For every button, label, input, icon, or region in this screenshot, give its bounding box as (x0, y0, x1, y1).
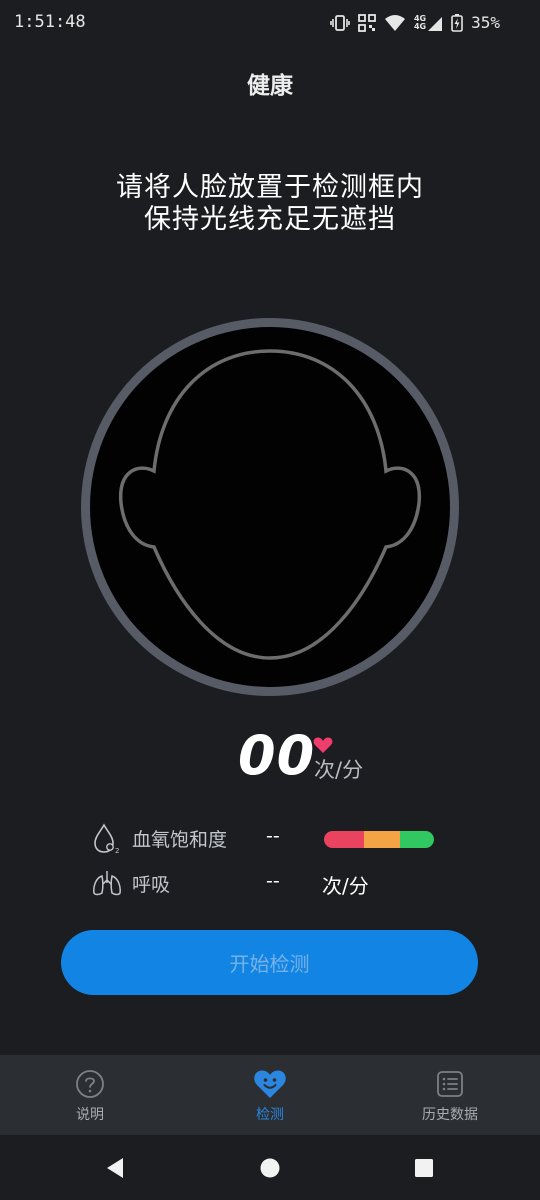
heart-icon (313, 737, 333, 753)
qr-scan-icon (358, 13, 376, 32)
nav-label-detect: 检测 (256, 1107, 284, 1123)
face-detection-frame (76, 313, 464, 701)
instruction-line-1: 请将人脸放置于检测框内 (116, 172, 424, 203)
start-detection-button[interactable]: 开始检测 (61, 930, 478, 995)
network-type-label-bottom: 4G (413, 21, 427, 31)
home-button[interactable] (240, 1135, 300, 1200)
back-button[interactable] (85, 1135, 145, 1200)
status-bar: 1:51:48 4G 4G 35% (0, 0, 540, 48)
drop-o2-icon: 2 (94, 823, 119, 855)
nav-item-history[interactable]: 历史数据 (360, 1055, 540, 1135)
recents-button[interactable] (394, 1135, 454, 1200)
system-nav (0, 1135, 540, 1200)
spo2-label: 血氧饱和度 (132, 829, 228, 851)
nav-item-detect[interactable]: 检测 (180, 1055, 360, 1135)
spo2-bar-low (324, 831, 364, 848)
face-outline-icon (81, 318, 459, 696)
back-icon (107, 1157, 123, 1178)
page-title: 健康 (247, 73, 293, 99)
respiration-row: 呼吸 -- 次/分 (90, 866, 490, 900)
recents-icon (415, 1158, 433, 1177)
signal-icon (428, 16, 443, 31)
heart-smile-icon (253, 1068, 287, 1100)
home-icon (260, 1158, 280, 1177)
spo2-bar-high (399, 831, 434, 848)
heart-rate-unit: 次/分 (314, 758, 364, 782)
vibrate-icon (330, 14, 350, 31)
wifi-icon (384, 14, 405, 31)
status-time: 1:51:48 (14, 12, 86, 32)
battery-charging-icon (451, 14, 463, 32)
status-icons: 4G 4G 35% (330, 13, 500, 32)
nav-item-instructions[interactable]: 说明 (0, 1055, 180, 1135)
bottom-nav: 说明 检测 历史数据 (0, 1055, 540, 1135)
heart-rate-value: 00 (238, 724, 316, 787)
spo2-range-bar (324, 831, 434, 848)
battery-percent: 35% (471, 13, 500, 32)
health-screen: 1:51:48 4G 4G 35% 健康 请将人脸放置于检测框内 保持光线充足无… (0, 0, 540, 1200)
question-circle-icon (75, 1068, 105, 1100)
spo2-bar-mid (363, 831, 400, 848)
lungs-icon (93, 871, 121, 896)
respiration-value: -- (266, 870, 280, 892)
spo2-value: -- (266, 825, 280, 847)
respiration-unit: 次/分 (322, 874, 369, 898)
instructions: 请将人脸放置于检测框内 保持光线充足无遮挡 (0, 172, 540, 236)
network-type: 4G 4G (413, 14, 427, 31)
cellular-group: 4G 4G (414, 14, 443, 32)
instruction-line-2: 保持光线充足无遮挡 (144, 204, 396, 235)
spo2-row: 2 血氧饱和度 -- (90, 821, 490, 855)
nav-label-history: 历史数据 (422, 1107, 478, 1123)
svg-text:2: 2 (115, 847, 119, 855)
list-icon (436, 1068, 464, 1100)
nav-label-instructions: 说明 (76, 1107, 104, 1123)
respiration-label: 呼吸 (132, 874, 171, 896)
